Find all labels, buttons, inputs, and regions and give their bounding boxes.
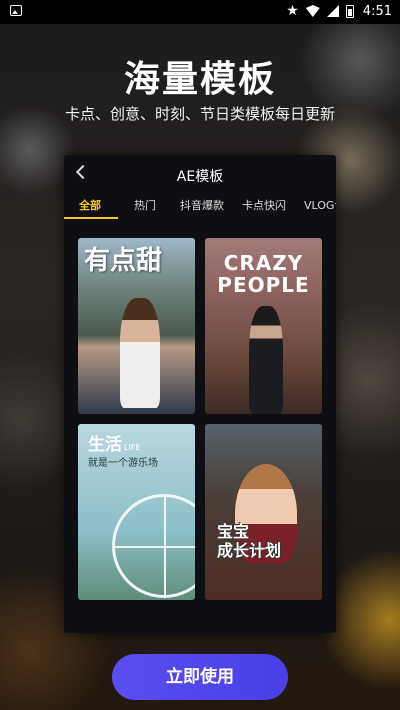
template-thumbnail	[249, 306, 283, 414]
tab-douyin-viral[interactable]: 抖音爆款	[180, 197, 224, 213]
category-tabs: 全部 热门 抖音爆款 卡点快闪 VLOG记	[64, 195, 336, 219]
template-card-crazy-people[interactable]: CRAZY PEOPLE	[205, 238, 322, 414]
preview-header: AE模板	[64, 155, 336, 195]
template-card-baby[interactable]: 宝宝 成长计划	[205, 424, 322, 600]
preview-title: AE模板	[176, 169, 224, 185]
tab-all[interactable]: 全部	[79, 197, 101, 213]
hero-subtitle: 卡点、创意、时刻、节日类模板每日更新	[64, 105, 335, 123]
template-card-sweet[interactable]: 有点甜	[78, 238, 195, 414]
tab-hot[interactable]: 热门	[134, 197, 156, 213]
status-bar: ★ 4:51	[0, 0, 400, 24]
image-notification-icon	[10, 5, 22, 16]
status-time: 4:51	[362, 3, 392, 19]
tab-vlog[interactable]: VLOG记	[304, 197, 336, 213]
cellular-signal-icon	[326, 5, 339, 17]
template-card-title: 生活 LIFE	[88, 435, 141, 455]
template-thumbnail	[120, 298, 160, 408]
template-card-title: CRAZY PEOPLE	[217, 251, 310, 297]
tab-beat-flash[interactable]: 卡点快闪	[242, 197, 286, 213]
template-card-title: 宝宝 成长计划	[217, 522, 282, 560]
template-preview-screen: AE模板 全部 热门 抖音爆款 卡点快闪 VLOG记 有点甜 CRAZY PEO…	[64, 155, 336, 633]
wifi-icon	[305, 5, 320, 17]
use-now-button[interactable]: 立即使用	[112, 654, 288, 700]
template-card-title: 有点甜	[84, 246, 163, 276]
active-tab-indicator	[64, 217, 118, 219]
battery-icon	[345, 4, 354, 18]
hero-title: 海量模板	[123, 59, 276, 100]
star-icon: ★	[286, 3, 299, 19]
ferris-wheel-thumbnail	[112, 494, 195, 598]
template-card-life[interactable]: 生活 LIFE 就是一个游乐场	[78, 424, 195, 600]
template-card-subtitle: 就是一个游乐场	[88, 458, 158, 469]
